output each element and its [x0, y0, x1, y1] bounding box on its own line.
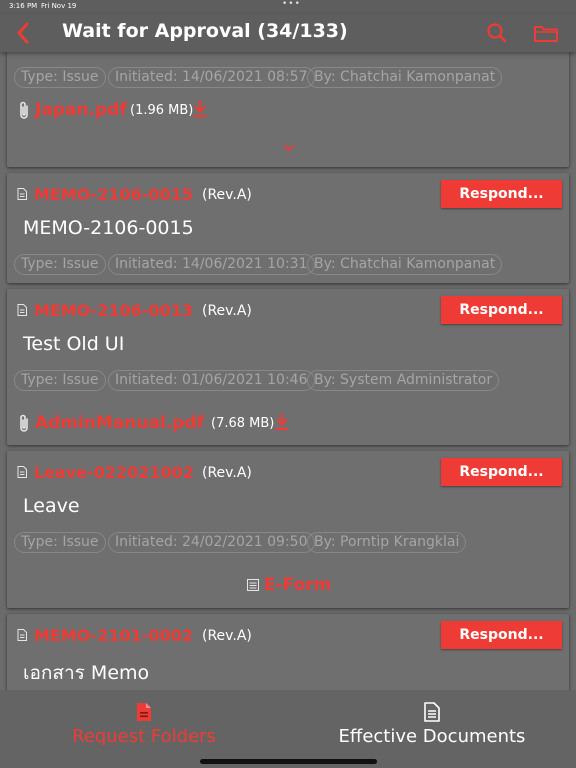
- approval-card[interactable]: Type: Issue Initiated: 14/06/2021 08:57 …: [7, 52, 569, 167]
- document-icon: [17, 629, 27, 641]
- nav-header: Wait for Approval (34/133): [0, 14, 576, 52]
- page-title: Wait for Approval (34/133): [62, 20, 348, 42]
- document-icon: [17, 304, 27, 316]
- attachment-link[interactable]: AdminManual.pdf: [35, 413, 204, 433]
- respond-button[interactable]: Respond...: [441, 180, 562, 208]
- type-chip: Type: Issue: [14, 67, 106, 88]
- attachment-size: (7.68 MB): [211, 416, 275, 431]
- approval-card[interactable]: MEMO-2106-0013 (Rev.A) Respond... Test O…: [7, 289, 569, 445]
- type-chip: Type: Issue: [14, 254, 106, 275]
- document-icon: [17, 466, 27, 478]
- by-chip: By: Porntip Krangklai: [307, 532, 467, 553]
- document-subject: Test Old UI: [23, 333, 125, 355]
- approval-card[interactable]: Leave-022021002 (Rev.A) Respond... Leave…: [7, 451, 569, 608]
- form-icon: [247, 579, 259, 591]
- bottom-tab-bar: Request Folders Effective Documents: [0, 690, 576, 768]
- approval-card[interactable]: MEMO-2101-0002 (Rev.A) Respond... เอกสาร…: [7, 614, 569, 690]
- revision-label: (Rev.A): [202, 303, 252, 319]
- initiated-chip: Initiated: 01/06/2021 10:46: [108, 370, 315, 391]
- home-indicator[interactable]: [200, 759, 377, 764]
- chevron-left-icon: [17, 22, 29, 44]
- respond-button[interactable]: Respond...: [441, 296, 562, 324]
- revision-label: (Rev.A): [202, 628, 252, 644]
- multitasking-dots-icon[interactable]: •••: [282, 0, 301, 9]
- paperclip-icon: [20, 101, 28, 119]
- document-number-link[interactable]: MEMO-2101-0002: [34, 626, 193, 645]
- search-button[interactable]: [484, 20, 510, 46]
- respond-button[interactable]: Respond...: [441, 621, 562, 649]
- tab-request-folders[interactable]: Request Folders: [0, 690, 288, 760]
- initiated-chip: Initiated: 14/06/2021 10:31: [108, 254, 315, 275]
- back-button[interactable]: [12, 20, 36, 46]
- folder-icon: [534, 26, 558, 42]
- chevron-down-icon[interactable]: [282, 143, 296, 153]
- pdf-file-icon: [137, 703, 151, 721]
- search-icon: [487, 23, 507, 43]
- respond-button[interactable]: Respond...: [441, 458, 562, 486]
- document-icon: [17, 188, 27, 200]
- tab-label: Request Folders: [72, 726, 216, 747]
- tab-label: Effective Documents: [338, 726, 526, 747]
- revision-label: (Rev.A): [202, 187, 252, 203]
- status-time: 3:16 PM: [9, 2, 38, 10]
- document-subject: Leave: [23, 495, 80, 517]
- initiated-chip: Initiated: 14/06/2021 08:57: [108, 67, 315, 88]
- download-icon[interactable]: [193, 100, 207, 118]
- eform-link[interactable]: E-Form: [264, 575, 331, 595]
- initiated-chip: Initiated: 24/02/2021 09:50: [108, 532, 315, 553]
- document-number-link[interactable]: Leave-022021002: [34, 463, 194, 482]
- status-date: Fri Nov 19: [41, 2, 77, 10]
- type-chip: Type: Issue: [14, 370, 106, 391]
- document-subject: เอกสาร Memo: [23, 662, 150, 684]
- type-chip: Type: Issue: [14, 532, 106, 553]
- document-number-link[interactable]: MEMO-2106-0015: [34, 185, 193, 204]
- attachment-size: (1.96 MB): [130, 103, 194, 118]
- tab-effective-documents[interactable]: Effective Documents: [288, 690, 576, 760]
- by-chip: By: Chatchai Kamonpanat: [307, 254, 503, 275]
- document-subject: MEMO-2106-0015: [23, 217, 194, 239]
- document-icon: [424, 702, 440, 722]
- status-bar: 3:16 PM Fri Nov 19 •••: [0, 0, 576, 14]
- paperclip-icon: [20, 414, 28, 432]
- download-icon[interactable]: [275, 413, 289, 431]
- by-chip: By: Chatchai Kamonpanat: [307, 67, 503, 88]
- folder-button[interactable]: [532, 20, 560, 46]
- attachment-link[interactable]: Japan.pdf: [35, 100, 127, 120]
- approval-card[interactable]: MEMO-2106-0015 (Rev.A) Respond... MEMO-2…: [7, 173, 569, 283]
- approval-list[interactable]: Type: Issue Initiated: 14/06/2021 08:57 …: [0, 52, 576, 690]
- by-chip: By: System Administrator: [307, 370, 500, 391]
- document-number-link[interactable]: MEMO-2106-0013: [34, 301, 193, 320]
- revision-label: (Rev.A): [202, 465, 252, 481]
